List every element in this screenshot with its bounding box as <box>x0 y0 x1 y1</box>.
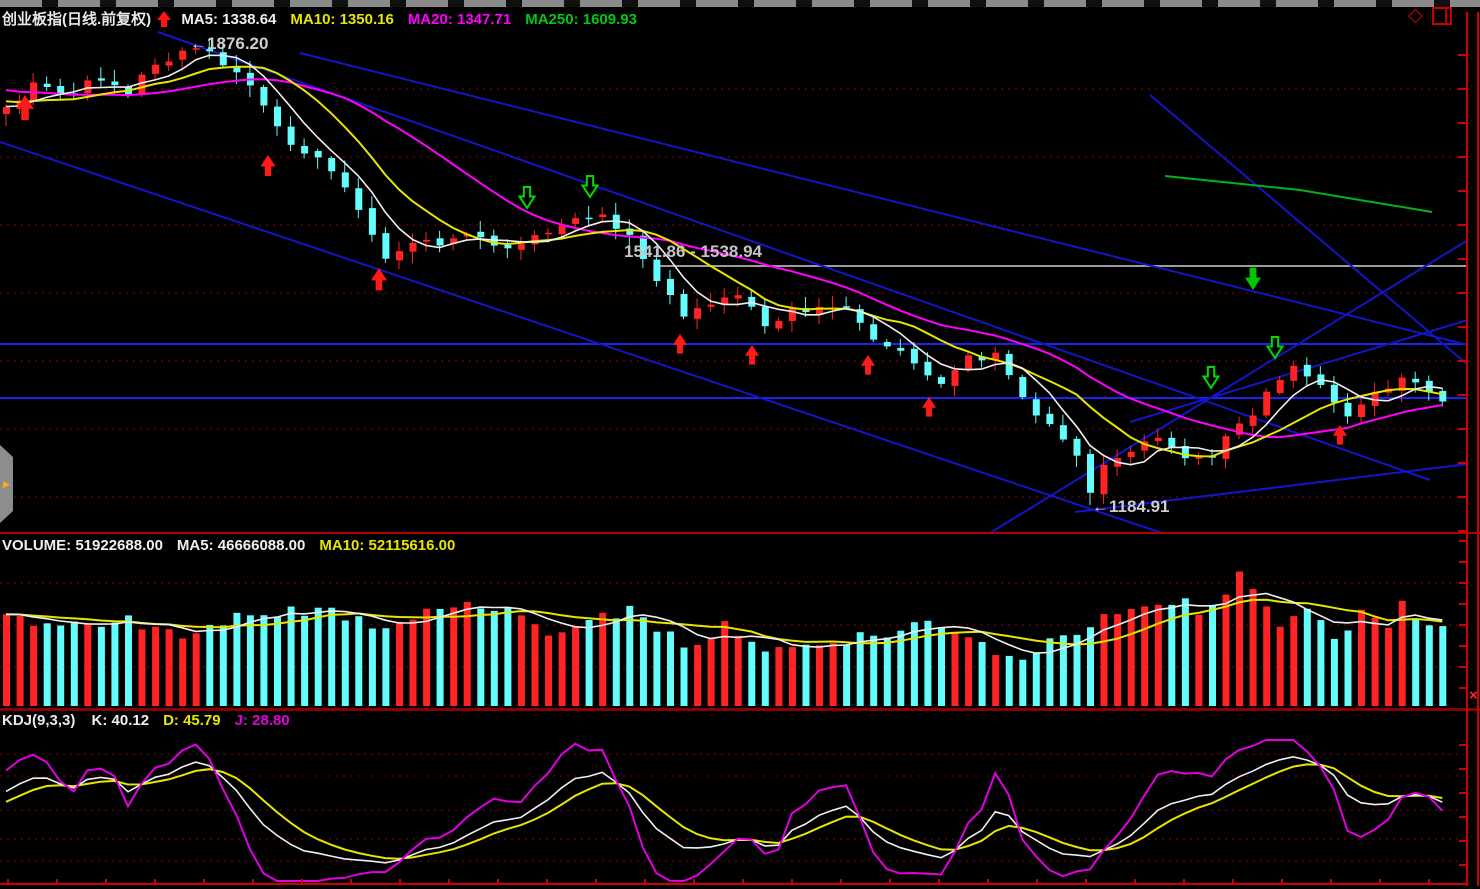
indicator-volume: VOLUME: 51922688.00 <box>2 537 163 554</box>
diamond-icon[interactable]: ◇ <box>1408 6 1423 25</box>
pane-separator <box>0 708 1480 711</box>
sell-signal-arrow-filled-icon <box>1245 267 1261 290</box>
pane-separator <box>0 532 1480 534</box>
kdj-name: KDJ(9,3,3) <box>2 712 76 729</box>
buy-signal-arrow-icon <box>861 355 875 375</box>
trendline-blue <box>0 141 1163 534</box>
gap-price-label: 1541.86 - 1538.94 <box>624 242 763 261</box>
expand-arrow-icon: ▶ <box>3 478 10 489</box>
kdj-indicator-values: K: 40.12 D: 45.79 J: 28.80 <box>92 712 304 729</box>
buy-signal-arrow-icon <box>673 334 687 354</box>
indicator-ma5: MA5: 1338.64 <box>181 11 277 28</box>
indicator-ma250: MA250: 1609.93 <box>525 11 637 28</box>
chart-title: 创业板指(日线.前复权) <box>2 11 152 28</box>
buy-signal-arrow-icon <box>745 345 759 365</box>
indicator-j: J: 28.80 <box>234 712 290 729</box>
volume-bars <box>3 571 1447 706</box>
split-window-icon[interactable] <box>1431 6 1452 25</box>
sell-signal-arrow-icon <box>1201 366 1221 390</box>
sell-signal-arrow-icon <box>580 175 600 199</box>
panel-expander-tab[interactable]: ▶ <box>0 445 13 523</box>
buy-signal-arrow-icon <box>922 397 936 417</box>
buy-signal-arrow-icon <box>260 155 276 176</box>
left-arrow-icon: ← <box>1092 497 1109 516</box>
trendline-blue <box>1149 94 1469 366</box>
high-price-label: ←1876.20 <box>190 34 269 53</box>
up-arrow-icon <box>157 11 172 27</box>
sell-signal-arrow-icon <box>517 186 537 210</box>
ma250-line <box>1164 175 1433 213</box>
kdj-header: KDJ(9,3,3) K: 40.12 D: 45.79 J: 28.80 <box>2 712 304 729</box>
indicator-ma10: MA10: 1350.16 <box>290 11 394 28</box>
main-chart-header: 创业板指(日线.前复权) MA5: 1338.64 MA10: 1350.16 MA… <box>2 8 651 29</box>
trendline-blue <box>1129 319 1469 423</box>
ma-indicator-values: MA5: 1338.64 MA10: 1350.16 MA20: 1347.71 MA… <box>181 11 651 28</box>
candlesticks <box>3 37 1447 505</box>
split-window-divider <box>1444 8 1447 23</box>
indicator-d: D: 45.79 <box>163 712 221 729</box>
left-arrow-icon: ← <box>190 34 207 53</box>
volume-indicator-values: VOLUME: 51922688.00 MA5: 46666088.00 MA10:… <box>2 537 469 554</box>
indicator-ma20: MA20: 1347.71 <box>407 11 512 28</box>
chart-canvas[interactable] <box>0 0 1480 889</box>
indicator-ma5: MA5: 46666088.00 <box>176 537 306 554</box>
low-price-label: ←1184.91 <box>1092 497 1170 516</box>
window-controls: ◇ <box>1408 6 1452 25</box>
stock-chart-app: 创业板指(日线.前复权) MA5: 1338.64 MA10: 1350.16 MA… <box>0 0 1480 889</box>
indicator-k: K: 40.12 <box>91 712 150 729</box>
volume-pane-close-icon[interactable]: × <box>1469 688 1478 703</box>
volume-header: VOLUME: 51922688.00 MA5: 46666088.00 MA10:… <box>2 537 469 554</box>
indicator-ma10: MA10: 52115616.00 <box>319 537 456 554</box>
